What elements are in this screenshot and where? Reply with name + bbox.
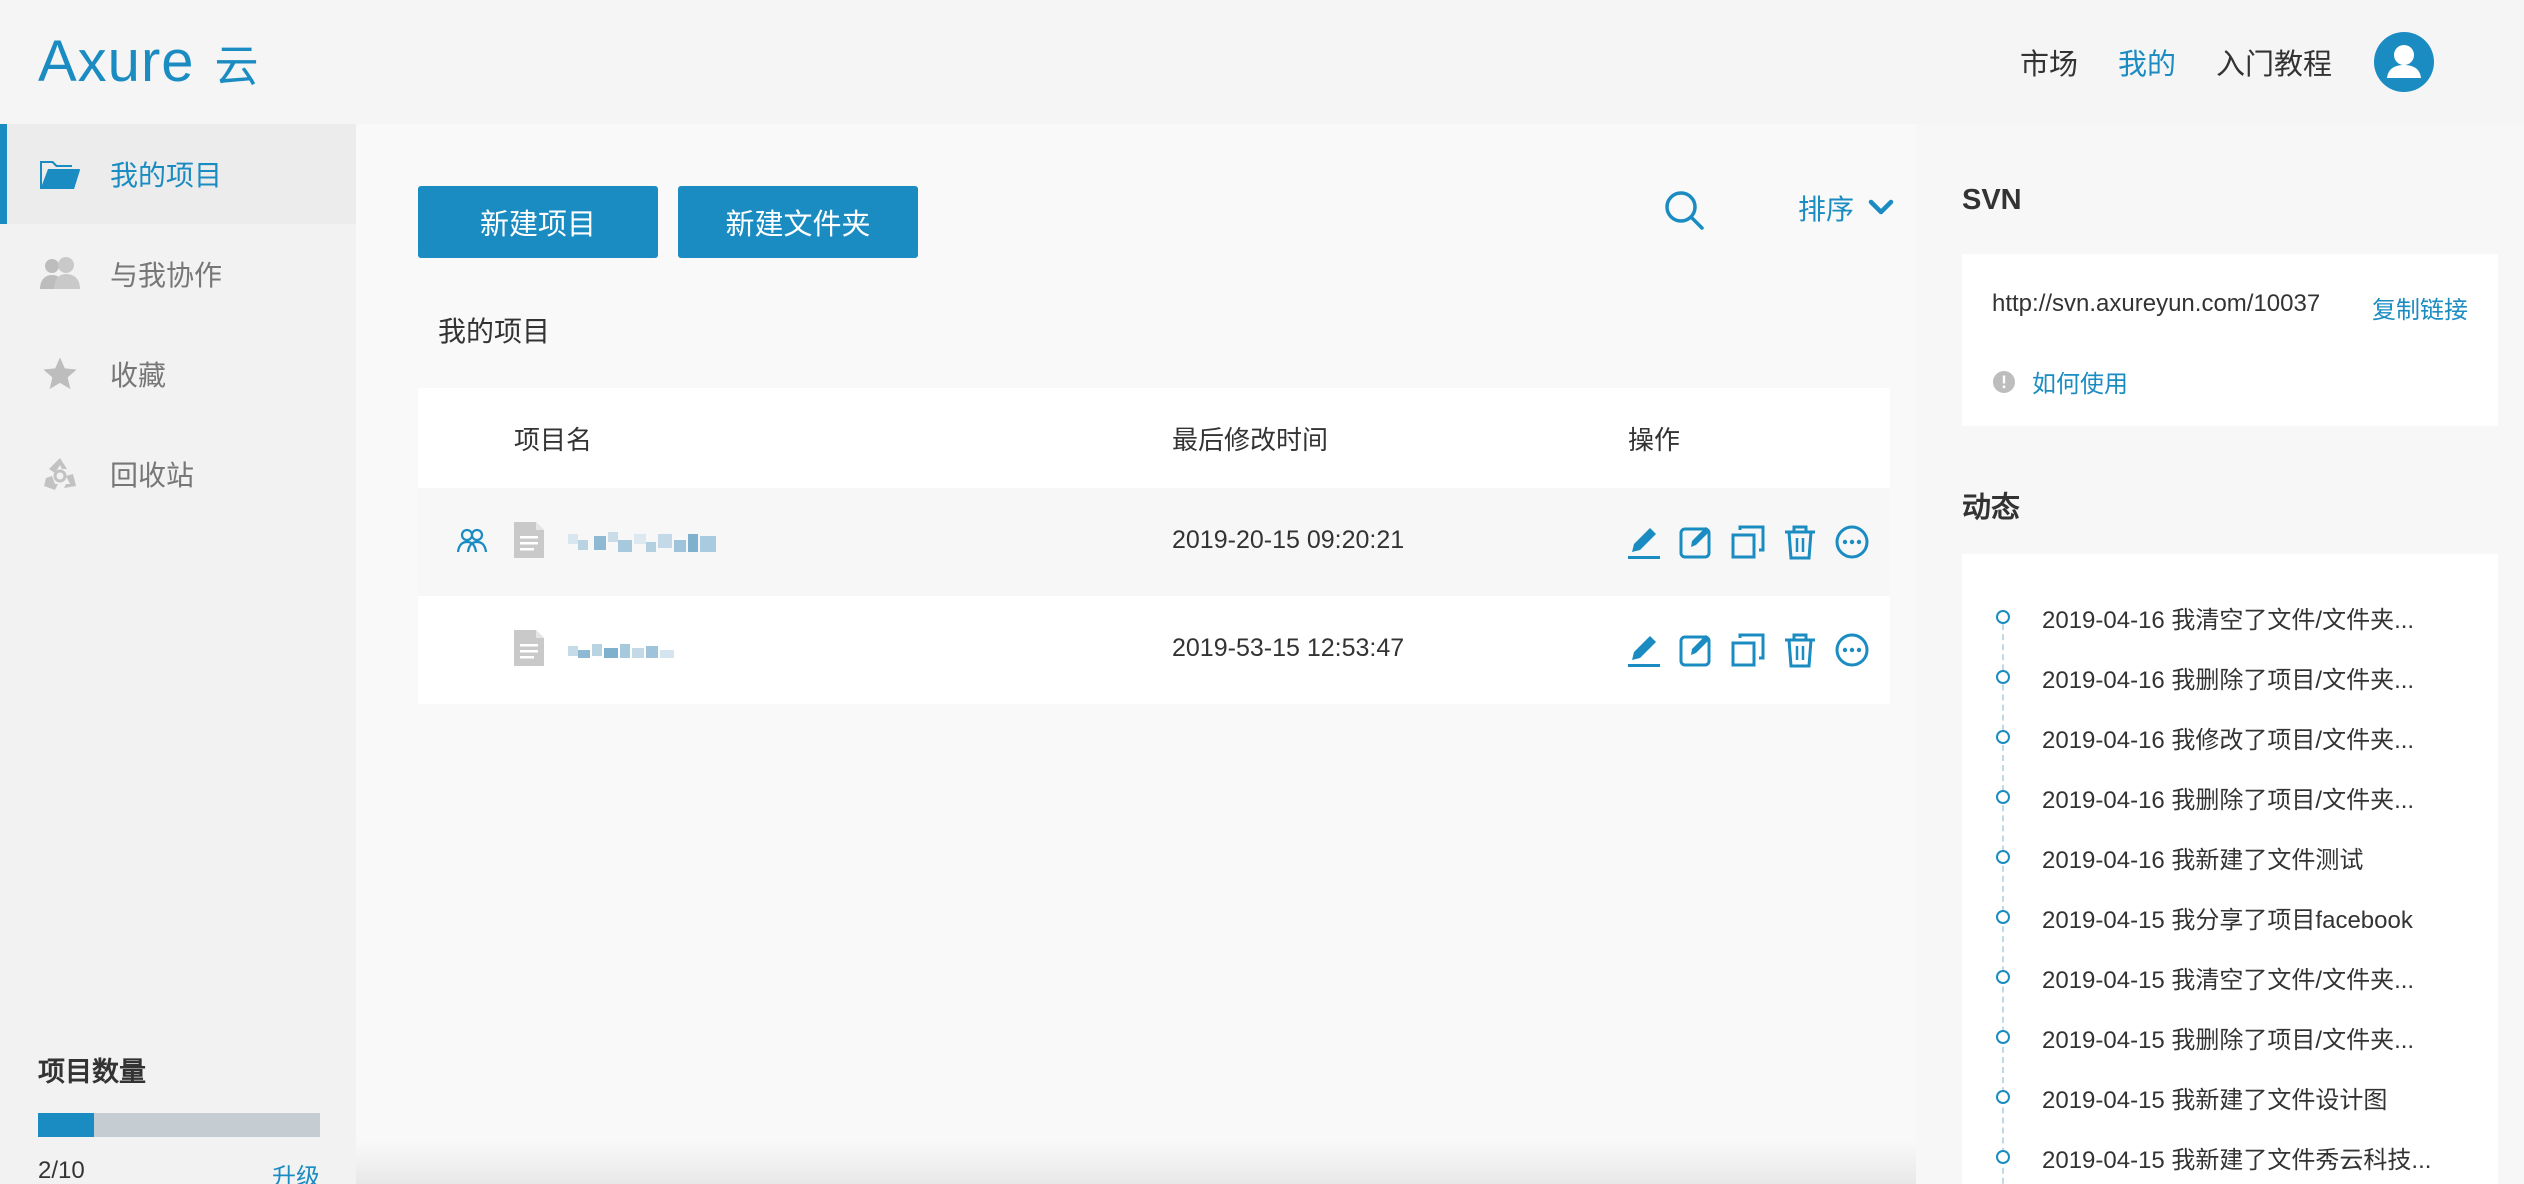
activity-text: 2019-04-16 我清空了文件/文件夹... <box>2042 607 2415 634</box>
timeline-dot <box>1996 910 2010 924</box>
activity-text: 2019-04-16 我修改了项目/文件夹... <box>2042 727 2415 754</box>
activity-title: 动态 <box>1962 492 2021 524</box>
sidebar: 我的项目 与我协作 收藏 回收站 项目数量 2/10 升级 <box>0 124 356 1184</box>
table-header: 项目名 最后修改时间 操作 <box>418 388 1890 488</box>
right-panel: SVN http://svn.axureyun.com/10037 复制链接 如… <box>1962 124 2498 1184</box>
nav-mine[interactable]: 我的 <box>2118 41 2176 83</box>
activity-text: 2019-04-15 我分享了项目facebook <box>2042 907 2413 934</box>
file-icon <box>514 630 544 666</box>
timeline-dot <box>1996 670 2010 684</box>
rename-icon[interactable] <box>1676 522 1716 562</box>
new-project-button[interactable]: 新建项目 <box>418 186 658 258</box>
shared-users-icon <box>456 528 488 553</box>
sidebar-item-favorites[interactable]: 收藏 <box>0 324 356 424</box>
sidebar-item-label: 回收站 <box>110 460 195 491</box>
section-title: 我的项目 <box>438 316 551 347</box>
sidebar-item-label: 我的项目 <box>110 160 223 191</box>
svn-card: http://svn.axureyun.com/10037 复制链接 如何使用 <box>1962 254 2498 426</box>
project-name-redacted[interactable] <box>568 530 718 556</box>
star-icon <box>38 352 82 396</box>
quota-progress-bar <box>38 1113 320 1137</box>
logo-subtitle: 云 <box>214 42 259 91</box>
quota-footer: 2/10 升级 <box>38 1157 320 1184</box>
row-actions <box>1624 522 1884 562</box>
delete-icon[interactable] <box>1780 522 1820 562</box>
top-nav: 市场 我的 入门教程 <box>2020 0 2524 124</box>
nav-tutorial[interactable]: 入门教程 <box>2216 41 2332 83</box>
sidebar-item-trash[interactable]: 回收站 <box>0 424 356 524</box>
file-icon <box>514 522 544 558</box>
info-icon <box>1993 370 2015 393</box>
copy-link-button[interactable]: 复制链接 <box>2372 290 2468 325</box>
upgrade-link[interactable]: 升级 <box>272 1157 320 1184</box>
timeline-dot <box>1996 970 2010 984</box>
project-name-redacted[interactable] <box>568 638 678 664</box>
search-icon[interactable] <box>1660 186 1708 234</box>
logo-text: Axure <box>38 29 195 94</box>
copy-icon[interactable] <box>1728 522 1768 562</box>
more-icon[interactable] <box>1832 630 1872 670</box>
sort-label: 排序 <box>1798 194 1855 225</box>
column-header-name: 项目名 <box>514 424 593 455</box>
chevron-down-icon <box>1868 199 1894 215</box>
sidebar-item-collaborate[interactable]: 与我协作 <box>0 224 356 324</box>
how-to-use-label: 如何使用 <box>2032 371 2128 398</box>
sort-dropdown[interactable]: 排序 <box>1798 188 1894 228</box>
recycle-icon <box>38 452 82 496</box>
svn-title: SVN <box>1962 184 2022 216</box>
edit-icon[interactable] <box>1624 630 1664 670</box>
timeline-dot <box>1996 850 2010 864</box>
edit-icon[interactable] <box>1624 522 1664 562</box>
quota-title: 项目数量 <box>38 1057 146 1087</box>
activity-text: 2019-04-16 我删除了项目/文件夹... <box>2042 787 2415 814</box>
main-content: 新建项目 新建文件夹 排序 我的项目 项目名 最后修改时间 操作 2019-20… <box>356 124 1916 1184</box>
folder-open-icon <box>38 152 82 196</box>
sidebar-item-my-projects[interactable]: 我的项目 <box>0 124 356 224</box>
timeline-dot <box>1996 1030 2010 1044</box>
timeline-dot <box>1996 1090 2010 1104</box>
copy-icon[interactable] <box>1728 630 1768 670</box>
new-folder-button[interactable]: 新建文件夹 <box>678 186 918 258</box>
delete-icon[interactable] <box>1780 630 1820 670</box>
user-icon <box>2387 45 2421 78</box>
project-quota: 项目数量 2/10 升级 <box>38 1050 320 1184</box>
sidebar-item-label: 与我协作 <box>110 260 223 291</box>
activity-text: 2019-04-15 我清空了文件/文件夹... <box>2042 967 2415 994</box>
top-header: Axure 云 市场 我的 入门教程 <box>0 0 2524 124</box>
svn-url: http://svn.axureyun.com/10037 <box>1992 290 2321 317</box>
timeline-dot <box>1996 790 2010 804</box>
activity-text: 2019-04-16 我新建了文件测试 <box>2042 847 2364 874</box>
sidebar-item-label: 收藏 <box>110 360 167 391</box>
how-to-use-link[interactable]: 如何使用 <box>1992 364 2128 399</box>
quota-count: 2/10 <box>38 1157 85 1184</box>
timeline-dot <box>1996 610 2010 624</box>
column-header-ops: 操作 <box>1628 424 1681 455</box>
scroll-fade <box>356 1140 1916 1184</box>
project-table: 项目名 最后修改时间 操作 2019-20-15 09:20:21 2019-5… <box>418 388 1890 704</box>
rename-icon[interactable] <box>1676 630 1716 670</box>
column-header-time: 最后修改时间 <box>1172 424 1329 455</box>
more-icon[interactable] <box>1832 522 1872 562</box>
row-actions <box>1624 630 1884 670</box>
users-icon <box>38 252 82 296</box>
activity-text: 2019-04-15 我新建了文件秀云科技... <box>2042 1147 2432 1174</box>
table-row[interactable]: 2019-53-15 12:53:47 <box>418 596 1890 704</box>
app-root: Axure 云 市场 我的 入门教程 我的项目 与我协作 收藏 回收站 项目数量… <box>0 0 2524 1184</box>
timeline-dot <box>1996 1150 2010 1164</box>
activity-text: 2019-04-15 我新建了文件设计图 <box>2042 1087 2388 1114</box>
quota-progress-fill <box>38 1113 95 1137</box>
activity-text: 2019-04-16 我删除了项目/文件夹... <box>2042 667 2415 694</box>
modified-time: 2019-53-15 12:53:47 <box>1172 634 1405 662</box>
nav-market[interactable]: 市场 <box>2020 41 2078 83</box>
user-avatar[interactable] <box>2374 32 2434 92</box>
activity-text: 2019-04-15 我删除了项目/文件夹... <box>2042 1027 2415 1054</box>
modified-time: 2019-20-15 09:20:21 <box>1172 526 1405 554</box>
activity-feed: 2019-04-16 我清空了文件/文件夹... 2019-04-16 我删除了… <box>1962 554 2498 1184</box>
timeline-dot <box>1996 730 2010 744</box>
logo[interactable]: Axure 云 <box>38 28 259 95</box>
table-row[interactable]: 2019-20-15 09:20:21 <box>418 488 1890 596</box>
